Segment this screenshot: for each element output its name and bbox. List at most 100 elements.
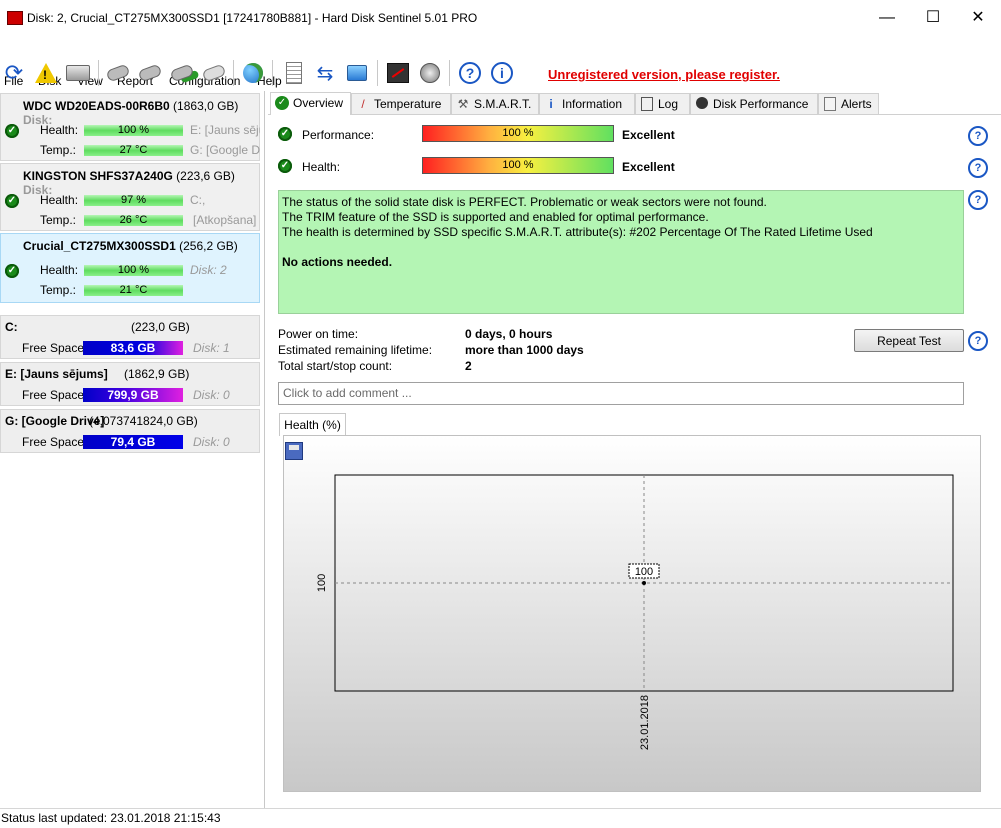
maximize-button[interactable]: ☐	[910, 0, 956, 36]
tab-alerts[interactable]: Alerts	[818, 93, 879, 114]
comment-input[interactable]: Click to add comment ...	[278, 382, 964, 405]
alert-icon[interactable]: !	[33, 60, 59, 86]
network-icon[interactable]	[344, 60, 370, 86]
toolbar-separator	[272, 60, 273, 86]
volume-name: E: [Jauns sējums]	[5, 367, 108, 381]
no-actions-text: No actions needed.	[282, 255, 393, 269]
tab-overview[interactable]: ✓ Overview	[270, 92, 351, 115]
volume-size: (1862,9 GB)	[124, 367, 190, 381]
tab-smart[interactable]: ⚒ S.M.A.R.T.	[451, 93, 539, 114]
status-text: Status last updated: 23.01.2018 21:15:43	[1, 811, 221, 825]
free-space-label: Free Space	[22, 435, 85, 449]
startstop-value: 2	[465, 359, 472, 373]
disk-check-icon[interactable]	[137, 60, 163, 86]
disk-panel[interactable]: WDC WD20EADS-00R6B0 (1863,0 GB) Disk: ✓ …	[0, 93, 260, 161]
menu-bar: File Disk View Report Configuration Help	[0, 36, 1001, 88]
disk-icon[interactable]	[65, 60, 91, 86]
temp-label: Temp.:	[40, 143, 77, 157]
power-on-label: Power on time:	[278, 327, 359, 341]
thermometer-icon: /	[361, 97, 365, 111]
performance-ok-icon: ✓	[278, 127, 292, 141]
health-rating: Excellent	[622, 160, 675, 174]
status-bar: Status last updated: 23.01.2018 21:15:43	[0, 808, 1001, 828]
data-point	[642, 581, 646, 585]
volume-disk: Disk: 0	[193, 435, 230, 449]
tab-label: Disk Performance	[713, 97, 809, 111]
tab-label: Temperature	[374, 97, 442, 111]
sound-icon[interactable]	[417, 60, 443, 86]
help-icon[interactable]: ?	[457, 60, 483, 86]
report-icon[interactable]	[281, 60, 307, 86]
tab-information[interactable]: i Information	[539, 93, 635, 114]
temp-label: Temp.:	[40, 283, 77, 297]
disk-ok-icon[interactable]	[169, 60, 195, 86]
disk-search-icon[interactable]	[201, 60, 227, 86]
tab-strip-line	[268, 114, 1001, 115]
free-space-bar: 83,6 GB	[83, 341, 183, 355]
help-icon[interactable]: ?	[968, 190, 988, 210]
minimize-button[interactable]: —	[864, 0, 910, 36]
volume-ref: C:,	[190, 193, 206, 207]
temp-label: Temp.:	[40, 213, 77, 227]
volume-ref: [Atkopšana]	[193, 213, 257, 227]
health-bar: 100 %	[84, 265, 183, 276]
free-space-label: Free Space	[22, 341, 85, 355]
disk-name: Crucial_CT275MX300SSD1 (256,2 GB)	[23, 239, 238, 253]
data-label: 100	[635, 566, 653, 578]
tab-disk-performance[interactable]: Disk Performance	[690, 93, 818, 114]
x-tick-label: 23.01.2018	[639, 695, 651, 750]
health-label: Health:	[40, 193, 79, 207]
tab-health-chart[interactable]: Health (%)	[279, 413, 346, 436]
help-icon[interactable]: ?	[968, 126, 988, 146]
temp-bar: 27 °C	[84, 145, 183, 156]
performance-bar: 100 %	[422, 125, 614, 142]
tools-icon: ⚒	[457, 97, 469, 111]
toolbar-separator	[98, 60, 99, 86]
disk-panel-selected[interactable]: Crucial_CT275MX300SSD1 (256,2 GB) ✓ Heal…	[0, 233, 260, 303]
temp-bar: 26 °C	[84, 215, 183, 226]
status-line: The health is determined by SSD specific…	[282, 225, 873, 239]
health-bar: 97 %	[84, 195, 183, 206]
volume-ref: E: [Jauns sējum	[190, 123, 260, 137]
status-text-box: The status of the solid state disk is PE…	[278, 190, 964, 314]
globe-icon[interactable]	[240, 60, 266, 86]
status-ok-icon: ✓	[5, 124, 19, 138]
health-label: Health:	[302, 160, 341, 174]
free-space-label: Free Space	[22, 388, 85, 402]
volume-size: (4,073741824,0 GB)	[89, 414, 198, 428]
free-space-bar: 799,9 GB	[83, 388, 183, 402]
info-icon: i	[549, 97, 553, 111]
info-icon[interactable]: i	[489, 60, 515, 86]
tab-label: Information	[562, 97, 623, 111]
disk-number: Disk: 2	[190, 263, 227, 277]
tab-label: Log	[658, 97, 679, 111]
health-bar: 100 %	[84, 125, 183, 136]
help-icon[interactable]: ?	[968, 331, 988, 351]
disk-panel[interactable]: KINGSTON SHFS37A240G (223,6 GB) Disk: ✓ …	[0, 163, 260, 231]
sync-icon[interactable]: ⇆	[312, 60, 338, 86]
disk-tools-icon[interactable]	[105, 60, 131, 86]
toolbar-separator	[377, 60, 378, 86]
volume-size: (223,0 GB)	[131, 320, 190, 334]
tab-label: Alerts	[841, 97, 872, 111]
refresh-icon[interactable]: ⟳	[1, 60, 27, 86]
volume-panel[interactable]: E: [Jauns sējums] (1862,9 GB) Free Space…	[0, 362, 260, 406]
volume-panel[interactable]: G: [Google Drive] (4,073741824,0 GB) Fre…	[0, 409, 260, 453]
status-line: The TRIM feature of the SSD is supported…	[282, 210, 709, 224]
y-tick-label: 100	[316, 574, 328, 592]
tab-log[interactable]: Log	[635, 93, 690, 114]
health-ok-icon: ✓	[278, 159, 292, 173]
unregistered-link[interactable]: Unregistered version, please register.	[548, 67, 780, 82]
stats-icon[interactable]	[385, 60, 411, 86]
volume-disk: Disk: 0	[193, 388, 230, 402]
volume-ref: G: [Google Dr	[190, 143, 260, 157]
volume-panel[interactable]: C: (223,0 GB) Free Space 83,6 GB Disk: 1	[0, 315, 260, 359]
temp-bar: 21 °C	[84, 285, 183, 296]
performance-rating: Excellent	[622, 128, 675, 142]
repeat-test-button[interactable]: Repeat Test	[854, 329, 964, 352]
close-button[interactable]: ✕	[955, 0, 1001, 36]
check-icon: ✓	[275, 96, 289, 110]
help-icon[interactable]: ?	[968, 158, 988, 178]
title-bar: Disk: 2, Crucial_CT275MX300SSD1 [1724178…	[0, 0, 1001, 36]
tab-temperature[interactable]: / Temperature	[351, 93, 451, 114]
